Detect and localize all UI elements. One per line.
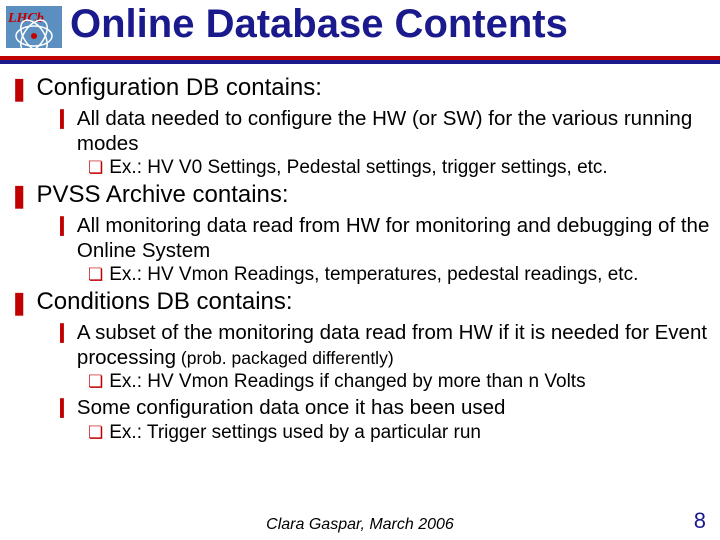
- section-heading: ❚ Conditions DB contains:: [10, 288, 710, 318]
- item-text: Ex.: Trigger settings used by a particul…: [109, 421, 710, 444]
- square-bullet-icon: ❏: [88, 156, 103, 179]
- item-text: All monitoring data read from HW for mon…: [77, 213, 710, 263]
- square-bullet-icon: ❏: [88, 263, 103, 286]
- heading-text: Conditions DB contains:: [36, 288, 292, 316]
- bar-bullet-icon: ❙: [54, 320, 70, 346]
- heading-text: PVSS Archive contains:: [36, 181, 288, 209]
- section-heading: ❚ Configuration DB contains:: [10, 74, 710, 104]
- bar-bullet-icon: ❚: [10, 74, 28, 104]
- item-text: Ex.: HV V0 Settings, Pedestal settings, …: [109, 156, 710, 179]
- list-item: ❙ All monitoring data read from HW for m…: [54, 213, 710, 263]
- item-text: A subset of the monitoring data read fro…: [77, 320, 710, 370]
- divider-blue: [0, 60, 720, 64]
- item-text: Ex.: HV Vmon Readings if changed by more…: [109, 370, 710, 393]
- bar-bullet-icon: ❚: [10, 181, 28, 211]
- slide-title: Online Database Contents: [70, 2, 568, 47]
- list-item: ❏ Ex.: HV Vmon Readings if changed by mo…: [88, 370, 710, 393]
- list-item: ❙ A subset of the monitoring data read f…: [54, 320, 710, 370]
- bar-bullet-icon: ❙: [54, 213, 70, 239]
- footer-author-date: Clara Gaspar, March 2006: [0, 516, 720, 534]
- item-text: Ex.: HV Vmon Readings, temperatures, ped…: [109, 263, 710, 286]
- page-number: 8: [694, 508, 706, 534]
- square-bullet-icon: ❏: [88, 421, 103, 444]
- svg-text:LHCb: LHCb: [7, 11, 44, 26]
- square-bullet-icon: ❏: [88, 370, 103, 393]
- slide-content: ❚ Configuration DB contains: ❙ All data …: [10, 72, 710, 444]
- bar-bullet-icon: ❙: [54, 395, 70, 421]
- list-item: ❏ Ex.: Trigger settings used by a partic…: [88, 421, 710, 444]
- item-text: All data needed to configure the HW (or …: [77, 106, 710, 156]
- bar-bullet-icon: ❚: [10, 288, 28, 318]
- heading-text: Configuration DB contains:: [36, 74, 322, 102]
- section-heading: ❚ PVSS Archive contains:: [10, 181, 710, 211]
- bar-bullet-icon: ❙: [54, 106, 70, 132]
- list-item: ❏ Ex.: HV V0 Settings, Pedestal settings…: [88, 156, 710, 179]
- item-text: Some configuration data once it has been…: [77, 395, 710, 420]
- lhcb-logo: LHCb: [6, 6, 62, 48]
- list-item: ❙ All data needed to configure the HW (o…: [54, 106, 710, 156]
- list-item: ❙ Some configuration data once it has be…: [54, 395, 710, 421]
- list-item: ❏ Ex.: HV Vmon Readings, temperatures, p…: [88, 263, 710, 286]
